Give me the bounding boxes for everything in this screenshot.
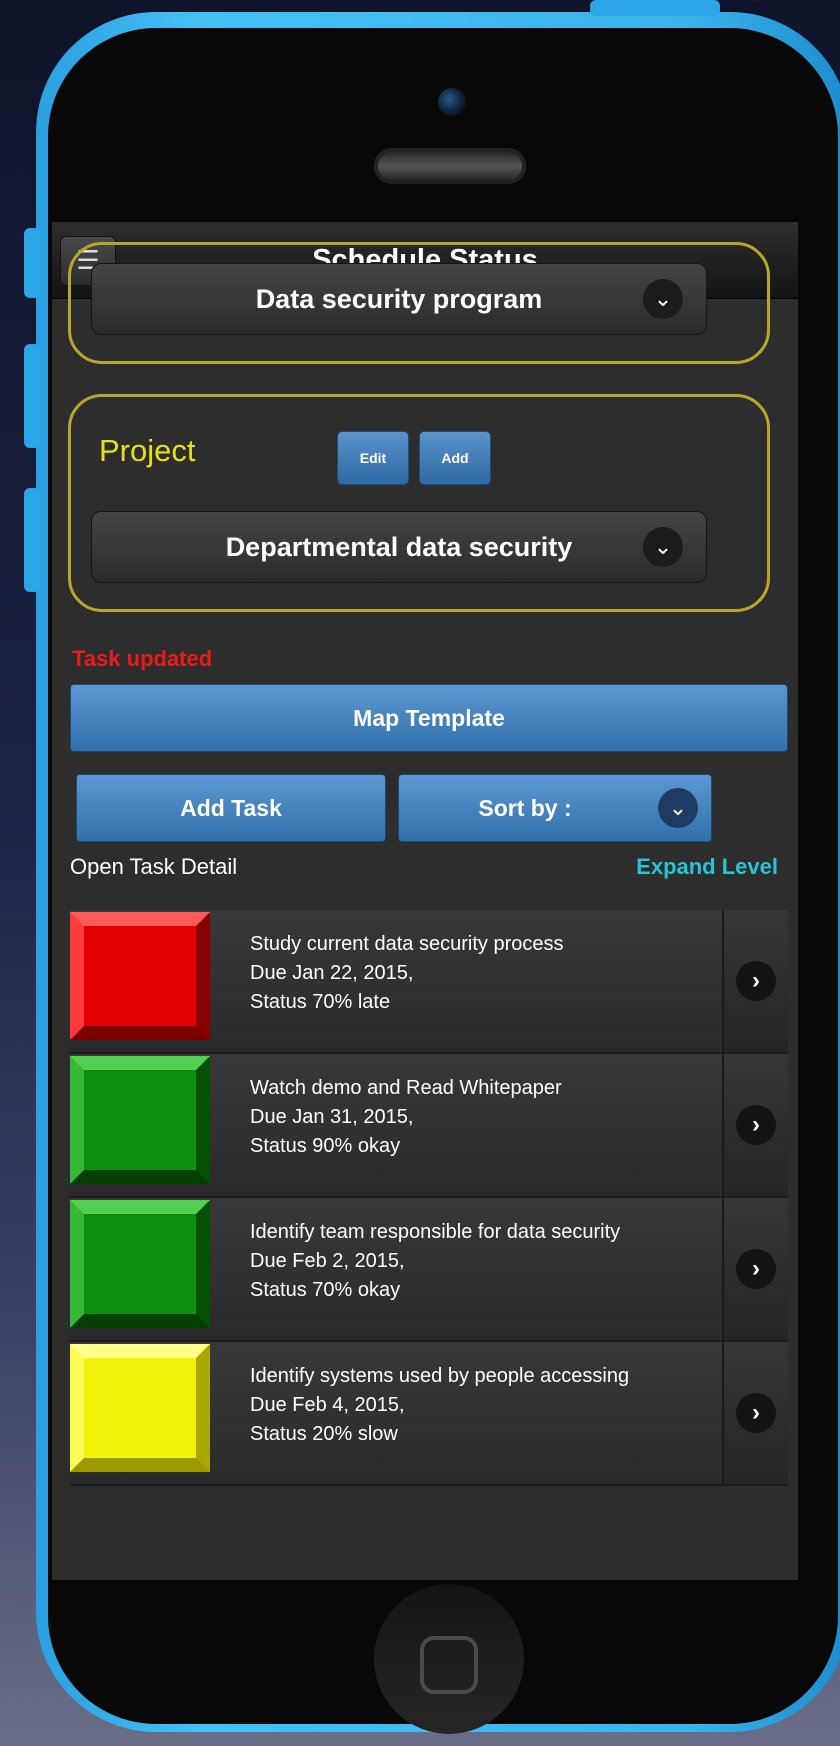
task-status: Status 20% slow: [250, 1423, 398, 1445]
status-indicator-green: [70, 1200, 210, 1328]
front-camera: [438, 88, 466, 116]
task-title: Identify team responsible for data secur…: [250, 1221, 621, 1243]
earpiece-speaker: [374, 148, 526, 184]
phone-volume-up-button: [24, 344, 40, 448]
open-task-button[interactable]: ›: [722, 1054, 788, 1196]
task-row[interactable]: Identify team responsible for data secur…: [70, 1198, 788, 1342]
task-details: Identify systems used by people accessin…: [250, 1362, 629, 1449]
task-row[interactable]: Study current data security process Due …: [70, 910, 788, 1054]
task-row[interactable]: Watch demo and Read Whitepaper Due Jan 3…: [70, 1054, 788, 1198]
chevron-down-icon[interactable]: ⌄: [643, 527, 683, 567]
task-title: Identify systems used by people accessin…: [250, 1365, 630, 1387]
task-status: Status 90% okay: [250, 1135, 401, 1157]
map-template-button[interactable]: Map Template: [70, 684, 788, 752]
task-details: Identify team responsible for data secur…: [250, 1218, 620, 1305]
program-section: Data security program ⌄: [68, 242, 770, 364]
program-select[interactable]: Data security program: [91, 263, 707, 335]
expand-level-link[interactable]: Expand Level: [636, 854, 778, 880]
task-details: Study current data security process Due …: [250, 930, 563, 1017]
task-due-date: Due Jan 22, 2015,: [250, 962, 414, 984]
project-select[interactable]: Departmental data security: [91, 511, 707, 583]
home-square-icon: [420, 1636, 478, 1694]
sort-by-label: Sort by :: [478, 795, 572, 821]
task-row[interactable]: Identify systems used by people accessin…: [70, 1342, 788, 1486]
task-due-date: Due Feb 2, 2015,: [250, 1250, 405, 1272]
phone-mute-switch: [24, 228, 40, 298]
phone-volume-down-button: [24, 488, 40, 592]
chevron-down-icon[interactable]: ⌄: [658, 788, 698, 828]
open-task-detail-label: Open Task Detail: [70, 854, 238, 879]
chevron-right-icon: ›: [736, 961, 776, 1001]
status-message: Task updated: [72, 646, 213, 671]
project-section: Project Edit Add Departmental data secur…: [68, 394, 770, 612]
open-task-button[interactable]: ›: [722, 1198, 788, 1340]
chevron-right-icon: ›: [736, 1249, 776, 1289]
task-due-date: Due Jan 31, 2015,: [250, 1106, 414, 1128]
status-indicator-yellow: [70, 1344, 210, 1472]
task-status: Status 70% late: [250, 991, 391, 1013]
task-status: Status 70% okay: [250, 1279, 401, 1301]
task-list: Study current data security process Due …: [70, 910, 788, 1486]
project-select-value: Departmental data security: [225, 532, 573, 562]
edit-project-button[interactable]: Edit: [337, 431, 409, 485]
chevron-down-icon[interactable]: ⌄: [643, 279, 683, 319]
status-indicator-red: [70, 912, 210, 1040]
chevron-right-icon: ›: [736, 1393, 776, 1433]
chevron-right-icon: ›: [736, 1105, 776, 1145]
status-indicator-green: [70, 1056, 210, 1184]
task-details: Watch demo and Read Whitepaper Due Jan 3…: [250, 1074, 562, 1161]
app-screen: ☰ Schedule Status Data security program …: [52, 222, 798, 1580]
program-select-value: Data security program: [255, 284, 543, 314]
task-title: Watch demo and Read Whitepaper: [250, 1077, 562, 1099]
task-due-date: Due Feb 4, 2015,: [250, 1394, 405, 1416]
open-task-button[interactable]: ›: [722, 1342, 788, 1484]
project-label: Project: [99, 433, 196, 468]
add-task-button[interactable]: Add Task: [76, 774, 386, 842]
phone-power-button: [590, 0, 720, 16]
open-task-button[interactable]: ›: [722, 910, 788, 1052]
add-project-button[interactable]: Add: [419, 431, 491, 485]
task-title: Study current data security process: [250, 933, 564, 955]
